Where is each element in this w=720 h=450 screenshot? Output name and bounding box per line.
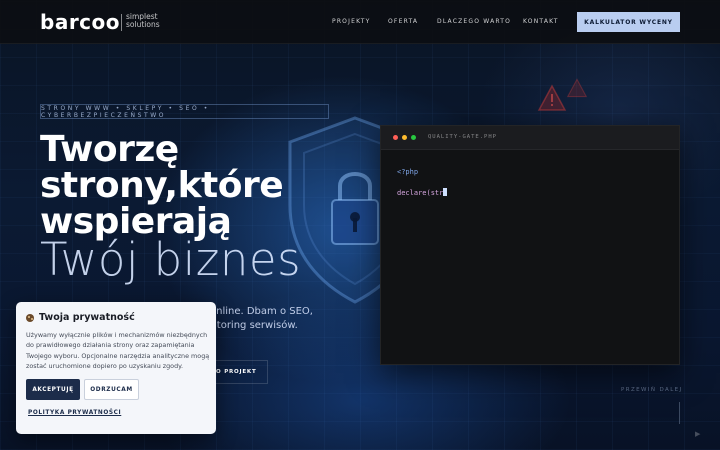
hero-title-line-4: Twój biznes [40,233,302,286]
nav-oferta[interactable]: OFERTA [388,18,418,25]
youtube-icon: ▶ [695,430,701,438]
logo-tagline: simplest solutions [126,13,176,29]
services-tagline: STRONY WWW • SKLEPY • SEO • CYBERBEZPIEC… [40,104,329,119]
nav-kontakt[interactable]: KONTAKT [523,18,559,25]
logo-divider [121,14,122,31]
privacy-policy-link[interactable]: POLITYKA PRYWATNOŚCI [28,410,121,416]
hero-title-line-2: strony,które [40,165,284,206]
hero-subtitle-line-1: online. Dbam o SEO, [210,306,313,317]
minimize-dot-icon [402,135,407,140]
code-filename: QUALITY-GATE.PHP [428,134,497,140]
accept-button[interactable]: AKCEPTUJĘ [26,379,80,400]
cookie-description: Używamy wyłącznie plików i mechanizmów n… [26,331,210,370]
site-header: barcoo simplest solutions PROJEKTY OFERT… [0,0,720,44]
nav-projekty[interactable]: PROJEKTY [332,18,370,25]
text-cursor [443,188,448,196]
warning-icon [537,84,567,111]
nav-dlaczego-warto[interactable]: DLACZEGO WARTO [437,18,511,25]
hero-subtitle-line-2: itoring serwisów. [214,320,298,331]
code-line-2: declare(str [397,188,448,197]
cookie-consent-dialog: Twoja prywatność Używamy wyłącznie plikó… [16,302,216,434]
code-window-titlebar: QUALITY-GATE.PHP [381,126,679,150]
close-dot-icon [393,135,398,140]
calculator-button[interactable]: KALKULATOR WYCENY [577,12,680,32]
tagline-line-2: solutions [126,20,160,29]
reject-button[interactable]: ODRZUCAM [84,379,139,400]
cookie-icon [26,314,34,322]
scroll-hint[interactable]: PRZEWIŃ DALEJ [621,387,683,393]
code-line-1: <?php [397,168,419,176]
warning-icon [566,78,588,98]
code-window: QUALITY-GATE.PHP <?php declare(str [380,125,680,365]
logo[interactable]: barcoo [40,10,120,34]
maximize-dot-icon [411,135,416,140]
hero-title-line-1: Tworzę [40,129,179,170]
code-line-2-text: declare(str [397,189,444,197]
cookie-title: Twoja prywatność [39,312,135,323]
scroll-indicator-line [679,402,680,424]
